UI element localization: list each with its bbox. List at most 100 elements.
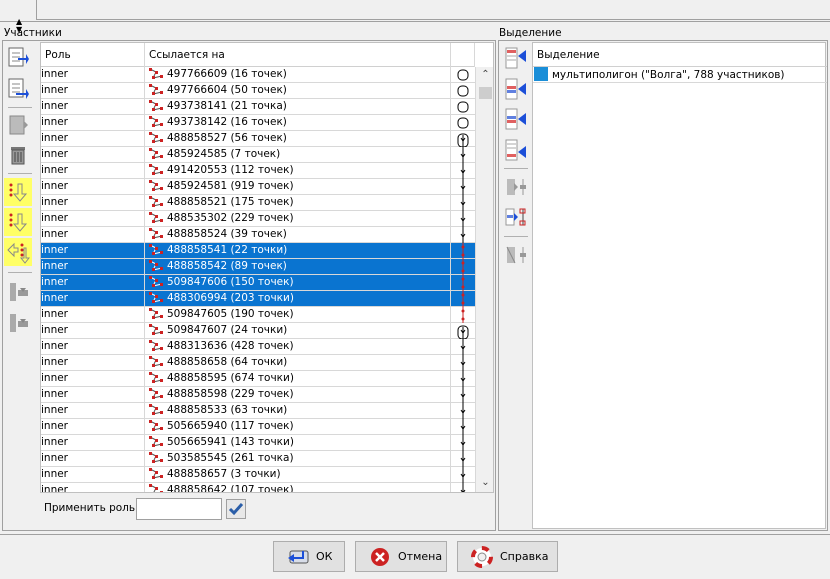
member-role[interactable]: inner [41,467,145,483]
table-row[interactable]: inner 509847607 (24 точки) [41,323,475,339]
table-row[interactable]: inner 505665941 (143 точки) [41,435,475,451]
member-role[interactable]: inner [41,259,145,275]
select-in-relation-button[interactable] [502,173,530,201]
selection-item[interactable]: мультиполигон ("Волга", 788 участников) [533,67,827,83]
table-row[interactable]: inner 509847605 (190 точек) [41,307,475,323]
scroll-thumb[interactable] [479,87,492,99]
member-role[interactable]: inner [41,323,145,339]
sort-below-button[interactable] [4,208,32,236]
table-row[interactable]: inner 497766604 (50 точек) [41,83,475,99]
member-ref[interactable]: 488858642 (107 точек) [145,483,451,492]
help-button[interactable]: Справка [457,541,558,572]
member-role[interactable]: inner [41,419,145,435]
table-row[interactable]: inner 505665940 (117 точек) [41,419,475,435]
member-ref[interactable]: 488306994 (203 точки) [145,291,451,307]
column-connection[interactable] [451,43,475,67]
member-ref[interactable]: 488535302 (229 точек) [145,211,451,227]
member-role[interactable]: inner [41,147,145,163]
member-role[interactable]: inner [41,83,145,99]
scroll-down-icon[interactable]: ⌄ [476,477,493,491]
member-role[interactable]: inner [41,243,145,259]
member-ref[interactable]: 505665941 (143 точки) [145,435,451,451]
selection-column-header[interactable]: Выделение [533,43,827,67]
member-role[interactable]: inner [41,291,145,307]
top-editor-area[interactable] [36,0,830,20]
member-ref[interactable]: 488858521 (175 точек) [145,195,451,211]
member-ref[interactable]: 491420553 (112 точек) [145,163,451,179]
member-role[interactable]: inner [41,115,145,131]
member-role[interactable]: inner [41,211,145,227]
cancel-button[interactable]: Отмена [355,541,447,572]
remove-selected-button[interactable] [502,241,530,269]
add-selected-bottom-button[interactable] [502,136,530,164]
delete-member-button[interactable] [4,141,32,169]
member-ref[interactable]: 488858527 (56 точек) [145,131,451,147]
member-ref[interactable]: 497766609 (16 точек) [145,67,451,83]
member-ref[interactable]: 488858595 (674 точки) [145,371,451,387]
table-row[interactable]: inner 488858524 (39 точек) [41,227,475,243]
member-role[interactable]: inner [41,195,145,211]
table-row[interactable]: inner 488858642 (107 точек) [41,483,475,492]
move-down-button[interactable] [4,75,32,103]
table-row[interactable]: inner 485924581 (919 точек) [41,179,475,195]
member-role[interactable]: inner [41,307,145,323]
member-ref[interactable]: 493738141 (21 точка) [145,99,451,115]
member-ref[interactable]: 509847606 (150 точек) [145,275,451,291]
member-ref[interactable]: 488858657 (3 точки) [145,467,451,483]
table-row[interactable]: inner 497766609 (16 точек) [41,67,475,83]
table-row[interactable]: inner 493738141 (21 точка) [41,99,475,115]
apply-role-button[interactable] [226,499,246,519]
ok-button[interactable]: ОК [273,541,345,572]
members-scrollbar[interactable]: ⌃ ⌄ [475,67,493,492]
column-ref[interactable]: Ссылается на [145,43,451,67]
member-role[interactable]: inner [41,387,145,403]
member-role[interactable]: inner [41,99,145,115]
member-ref[interactable]: 488858533 (63 точки) [145,403,451,419]
member-ref[interactable]: 488858542 (89 точек) [145,259,451,275]
move-up-button[interactable] [4,44,32,72]
table-row[interactable]: inner 488858598 (229 точек) [41,387,475,403]
sort-button[interactable] [4,178,32,206]
member-ref[interactable]: 497766604 (50 точек) [145,83,451,99]
member-role[interactable]: inner [41,355,145,371]
member-role[interactable]: inner [41,451,145,467]
table-row[interactable]: inner 488858595 (674 точки) [41,371,475,387]
table-row[interactable]: inner 488858527 (56 точек) [41,131,475,147]
member-ref[interactable]: 488858541 (22 точки) [145,243,451,259]
member-role[interactable]: inner [41,179,145,195]
column-role[interactable]: Роль [41,43,145,67]
member-role[interactable]: inner [41,67,145,83]
member-role[interactable]: inner [41,371,145,387]
select-in-map-button[interactable] [502,203,530,231]
apply-role-input[interactable] [136,498,222,520]
table-row[interactable]: inner 509847606 (150 точек) [41,275,475,291]
member-ref[interactable]: 493738142 (16 точек) [145,115,451,131]
member-role[interactable]: inner [41,435,145,451]
table-row[interactable]: inner 488858541 (22 точки) [41,243,475,259]
table-row[interactable]: inner 491420553 (112 точек) [41,163,475,179]
member-ref[interactable]: 488313636 (428 точек) [145,339,451,355]
table-row[interactable]: inner 488858533 (63 точки) [41,403,475,419]
add-selected-top-button[interactable] [502,44,530,72]
member-role[interactable]: inner [41,227,145,243]
member-role[interactable]: inner [41,339,145,355]
add-selected-after-button[interactable] [502,105,530,133]
table-row[interactable]: inner 488858658 (64 точки) [41,355,475,371]
table-row[interactable]: inner 488858521 (175 точек) [41,195,475,211]
table-row[interactable]: inner 488306994 (203 точки) [41,291,475,307]
member-role[interactable]: inner [41,131,145,147]
member-ref[interactable]: 509847605 (190 точек) [145,307,451,323]
member-role[interactable]: inner [41,163,145,179]
table-row[interactable]: inner 488535302 (229 точек) [41,211,475,227]
member-role[interactable]: inner [41,275,145,291]
add-selected-before-button[interactable] [502,75,530,103]
table-row[interactable]: inner 488858657 (3 точки) [41,467,475,483]
table-row[interactable]: inner 485924585 (7 точек) [41,147,475,163]
add-after-button[interactable] [4,278,32,306]
table-row[interactable]: inner 493738142 (16 точек) [41,115,475,131]
member-ref[interactable]: 488858524 (39 точек) [145,227,451,243]
table-row[interactable]: inner 488313636 (428 точек) [41,339,475,355]
member-ref[interactable]: 488858598 (229 точек) [145,387,451,403]
table-row[interactable]: inner 503585545 (261 точка) [41,451,475,467]
member-ref[interactable]: 485924585 (7 точек) [145,147,451,163]
